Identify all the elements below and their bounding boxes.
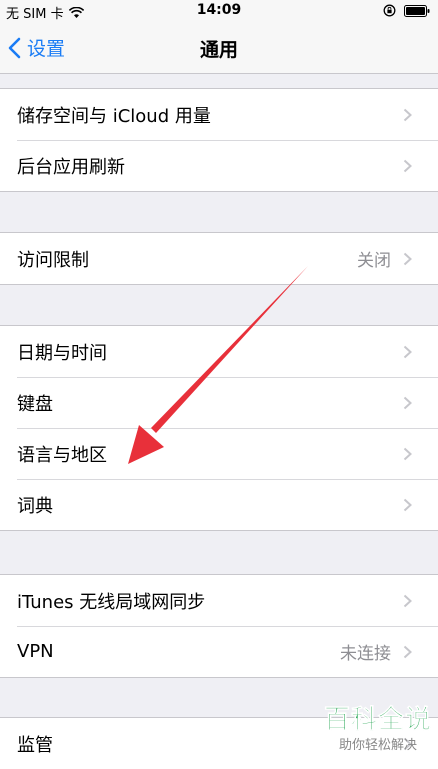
row-restrictions[interactable]: 访问限制 关闭 [0,233,438,284]
settings-group-storage: 储存空间与 iCloud 用量 后台应用刷新 [0,88,438,192]
chevron-right-icon [403,645,412,658]
status-bar: 无 SIM 卡 14:09 [0,0,438,22]
row-label: 储存空间与 iCloud 用量 [17,105,211,127]
row-dictionary[interactable]: 词典 [0,479,438,530]
chevron-right-icon [403,108,412,121]
chevron-right-icon [403,498,412,511]
status-right [383,4,430,17]
row-label: VPN [17,641,54,662]
chevron-right-icon [403,159,412,172]
watermark-title: 百科全说 [323,705,432,736]
chevron-right-icon [403,396,412,409]
row-label: 后台应用刷新 [17,156,125,178]
navigation-bar: 设置 通用 [0,22,438,74]
row-keyboard[interactable]: 键盘 [0,377,438,428]
row-language-region[interactable]: 语言与地区 [0,428,438,479]
row-label: 键盘 [17,393,53,415]
row-value: 未连接 [340,644,391,664]
chevron-right-icon [403,345,412,358]
status-time: 14:09 [196,2,242,18]
row-background-app-refresh[interactable]: 后台应用刷新 [0,140,438,191]
settings-group-datetime-keyboard: 日期与时间 键盘 语言与地区 词典 [0,325,438,531]
watermark-subtitle: 助你轻松解决 [338,738,417,753]
chevron-right-icon [403,447,412,460]
row-date-time[interactable]: 日期与时间 [0,326,438,377]
rotation-lock-icon [383,4,396,17]
row-label: 日期与时间 [17,342,107,364]
row-label: 词典 [17,495,53,517]
chevron-right-icon [403,594,412,607]
battery-icon [404,4,430,17]
settings-group-sync-vpn: iTunes 无线局域网同步 VPN 未连接 [0,574,438,678]
row-label: 访问限制 [17,249,89,271]
row-value: 关闭 [357,251,391,271]
chevron-right-icon [403,252,412,265]
row-label: 语言与地区 [17,444,107,466]
row-label: iTunes 无线局域网同步 [17,591,206,613]
row-itunes-wifi-sync[interactable]: iTunes 无线局域网同步 [0,575,438,626]
row-vpn[interactable]: VPN 未连接 [0,626,438,677]
row-storage-icloud-usage[interactable]: 储存空间与 iCloud 用量 [0,89,438,140]
page-title: 通用 [199,39,238,61]
settings-group-restrictions: 访问限制 关闭 [0,232,438,285]
watermark-logo: 百科全说 助你轻松解决 [324,699,432,753]
